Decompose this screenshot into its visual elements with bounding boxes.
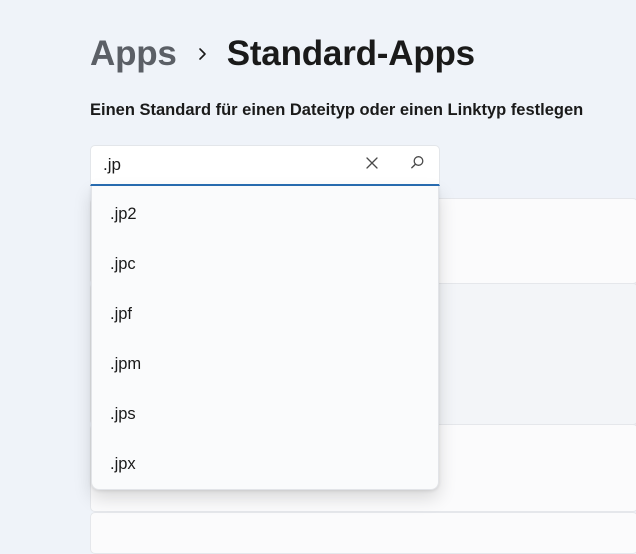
close-icon [365,156,379,175]
suggestions-dropdown: .jp2 .jpc .jpf .jpm .jps .jpx [91,186,439,490]
chevron-right-icon [177,32,227,76]
suggestion-item[interactable]: .jpf [92,289,438,339]
breadcrumb-parent-link[interactable]: Apps [90,34,177,74]
suggestion-item[interactable]: .jp2 [92,189,438,239]
file-type-search-input[interactable] [103,146,353,184]
clear-search-button[interactable] [355,150,389,180]
page-title: Standard-Apps [226,34,475,73]
search-button[interactable] [400,150,434,180]
app-list-card[interactable] [90,512,636,554]
suggestion-item[interactable]: .jpm [92,339,438,389]
file-type-search-box[interactable] [90,145,440,186]
section-label: Einen Standard für einen Dateityp oder e… [90,101,584,119]
suggestion-item[interactable]: .jpc [92,239,438,289]
suggestion-item[interactable]: .jps [92,389,438,439]
search-icon [410,155,425,175]
suggestion-item[interactable]: .jpx [92,439,438,489]
breadcrumb: Apps Standard-Apps [90,32,475,76]
